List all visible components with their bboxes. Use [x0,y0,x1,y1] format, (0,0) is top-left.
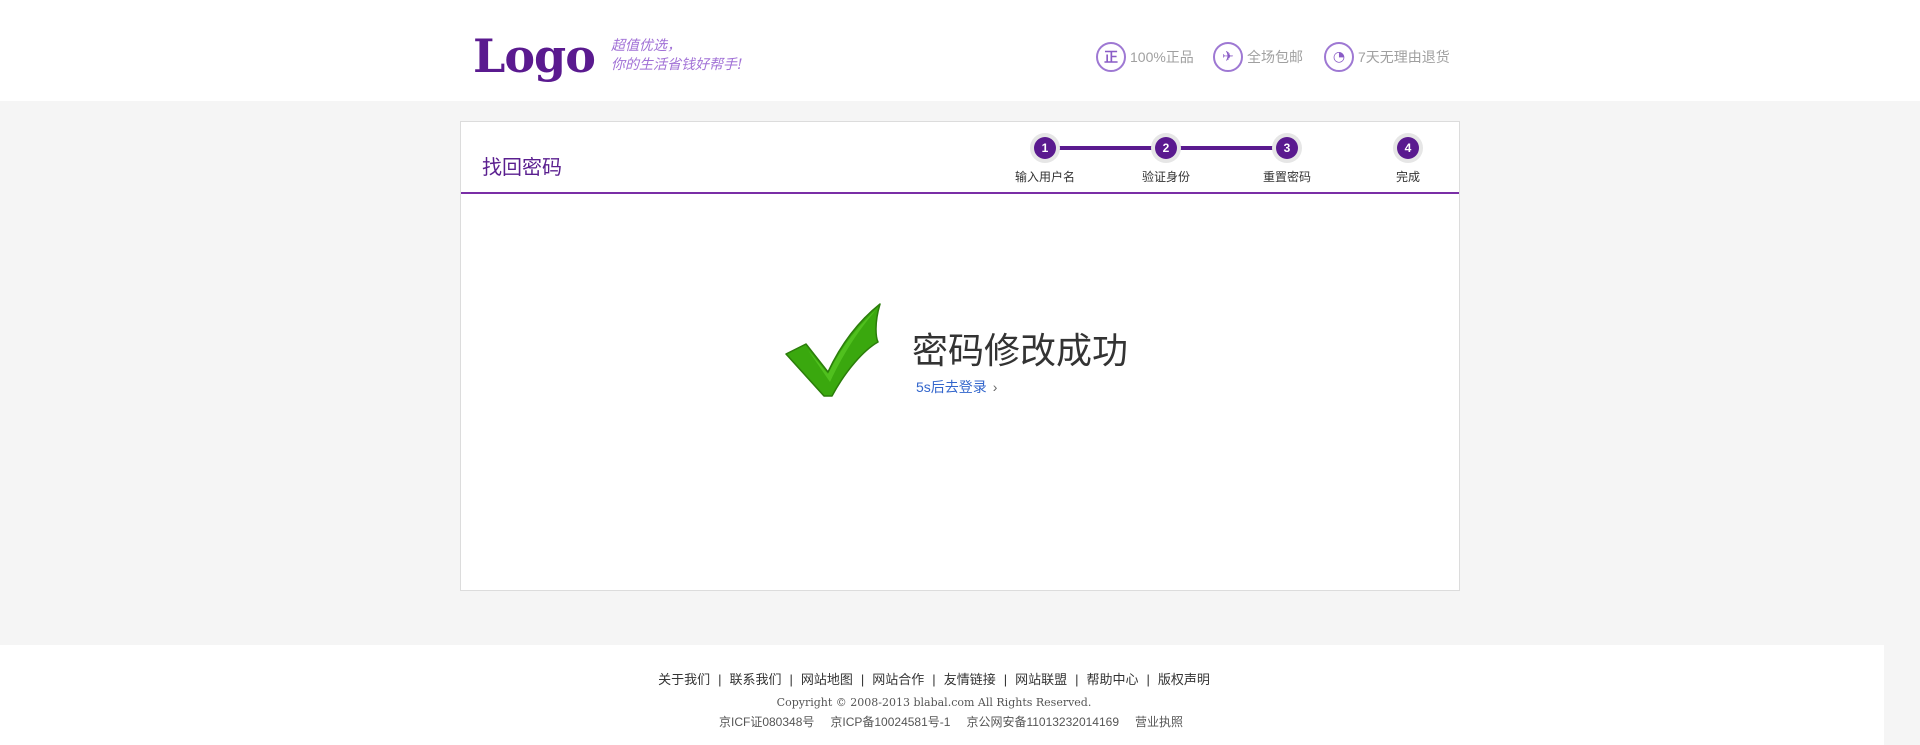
step-2: 2 验证身份 [1121,133,1211,185]
slogan-line-1: 超值优选， [611,38,681,54]
police-record: 京公网安备11013232014169 [966,715,1119,729]
go-login-link-text[interactable]: 5s后去登录 [916,379,987,395]
promise-return: ◔ 7天无理由退货 [1324,41,1450,73]
step-3-number: 3 [1276,137,1298,159]
step-4-number: 4 [1397,137,1419,159]
step-3: 3 重置密码 [1242,133,1332,185]
promise-shipping: ✈ 全场包邮 [1213,41,1303,73]
footer-link-about[interactable]: 关于我们 [658,672,710,687]
slogan-line-2: 你的生活省钱好帮手! [611,57,743,73]
step-1-dot: 1 [1030,133,1060,163]
business-license-link[interactable]: 营业执照 [1135,715,1183,729]
footer-link-help[interactable]: 帮助中心 [1087,672,1139,687]
footer-link-friends[interactable]: 友情链接 [944,672,996,687]
footer-link-sitemap[interactable]: 网站地图 [801,672,853,687]
step-4: 4 完成 [1363,133,1453,185]
step-2-dot: 2 [1151,133,1181,163]
panel-header: 找回密码 1 输入用户名 2 验证身份 3 重置密码 4 完成 [461,122,1459,194]
shipping-icon: ✈ [1213,42,1243,72]
step-2-label: 验证身份 [1141,170,1190,184]
step-4-dot: 4 [1393,133,1423,163]
site-logo[interactable]: Logo [473,30,596,82]
return-icon: ◔ [1324,42,1354,72]
slogan: 超值优选， 你的生活省钱好帮手! [611,37,743,75]
icp-info: 京ICF证080348号 京ICP备10024581号-1 京公网安备1101323… [719,713,1199,730]
recover-password-panel: 找回密码 1 输入用户名 2 验证身份 3 重置密码 4 完成 密码修改成功 5… [460,121,1460,591]
icp-license: 京ICF证080348号 [719,715,815,729]
step-3-label: 重置密码 [1262,170,1311,184]
step-4-label: 完成 [1395,170,1420,184]
footer-link-copyright[interactable]: 版权声明 [1158,672,1210,687]
success-message: 密码修改成功 [912,330,1129,371]
site-footer: 关于我们 | 联系我们 | 网站地图 | 网站合作 | 友情链接 | 网站联盟 | 帮助中心 | 版权声明 … [0,645,1884,745]
checkmark-icon [785,303,881,397]
chevron-right-icon: › [992,379,998,395]
icp-record: 京ICP备10024581号-1 [830,715,951,729]
footer-link-contact[interactable]: 联系我们 [729,672,781,687]
step-1-number: 1 [1034,137,1056,159]
promise-genuine: 正 100%正品 [1096,41,1194,73]
site-header: Logo 超值优选， 你的生活省钱好帮手! 正 100%正品 ✈ 全场包邮 ◔ … [0,0,1920,101]
step-1-label: 输入用户名 [1014,170,1075,184]
page-title: 找回密码 [482,157,562,179]
step-2-number: 2 [1155,137,1177,159]
footer-link-cooperation[interactable]: 网站合作 [872,672,924,687]
promise-shipping-label: 全场包邮 [1247,49,1303,65]
copyright-text: Copyright © 2008-2013 blabal.com All Rig… [776,696,1092,709]
genuine-icon: 正 [1096,42,1126,72]
footer-links: 关于我们 | 联系我们 | 网站地图 | 网站合作 | 友情链接 | 网站联盟 | 帮助中心 | 版权声明 [658,672,1210,687]
step-1: 1 输入用户名 [1000,133,1090,185]
promise-return-label: 7天无理由退货 [1358,49,1450,65]
go-login-link[interactable]: 5s后去登录 › [916,377,997,397]
step-3-dot: 3 [1272,133,1302,163]
footer-link-alliance[interactable]: 网站联盟 [1015,672,1067,687]
promise-genuine-label: 100%正品 [1130,49,1194,65]
